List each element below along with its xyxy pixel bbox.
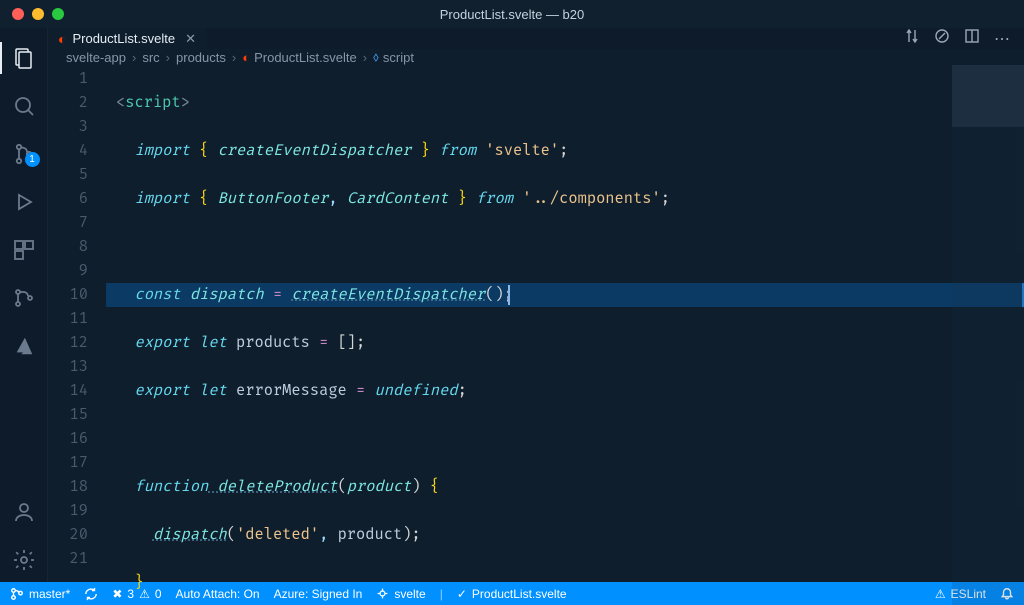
minimize-window-button[interactable] [32, 8, 44, 20]
chevron-right-icon: › [166, 50, 170, 65]
breadcrumbs[interactable]: svelte-app › src › products › ◐ ProductL… [48, 49, 1024, 65]
tab-label: ProductList.svelte [72, 31, 175, 46]
breadcrumb-seg[interactable]: src [142, 50, 159, 65]
compare-changes-icon[interactable] [904, 28, 920, 49]
settings-gear-icon[interactable] [0, 538, 48, 582]
editor-actions: ⋯ [904, 28, 1024, 49]
chevron-right-icon: › [132, 50, 136, 65]
accounts-icon[interactable] [0, 490, 48, 534]
breadcrumb-seg[interactable]: script [383, 50, 414, 65]
explorer-icon[interactable] [0, 36, 48, 80]
breadcrumb-seg[interactable]: products [176, 50, 226, 65]
line-number-gutter: 123456789101112131415161718192021 [48, 65, 106, 605]
azure-icon[interactable] [0, 324, 48, 368]
chevron-right-icon: › [363, 50, 367, 65]
search-icon[interactable] [0, 84, 48, 128]
code-editor[interactable]: 123456789101112131415161718192021 <scrip… [48, 65, 1024, 605]
svelte-file-icon: ◐ [242, 50, 250, 65]
symbol-icon: ⬨ [373, 49, 379, 65]
maximize-window-button[interactable] [52, 8, 64, 20]
run-debug-icon[interactable] [0, 180, 48, 224]
tab-bar: ◐ ProductList.svelte ✕ ⋯ [48, 28, 1024, 49]
activity-bar: 1 [0, 28, 48, 582]
git-graph-icon[interactable] [0, 276, 48, 320]
minimap[interactable] [952, 65, 1024, 605]
breadcrumb-seg[interactable]: svelte-app [66, 50, 126, 65]
close-window-button[interactable] [12, 8, 24, 20]
code-content[interactable]: <script> import { createEventDispatcher … [106, 65, 1024, 605]
split-editor-icon[interactable] [964, 28, 980, 49]
text-cursor [508, 285, 510, 305]
close-tab-icon[interactable]: ✕ [185, 31, 196, 47]
svelte-file-icon: ◐ [58, 31, 66, 47]
more-actions-icon[interactable]: ⋯ [994, 29, 1010, 49]
source-control-icon[interactable]: 1 [0, 132, 48, 176]
breadcrumb-seg[interactable]: ProductList.svelte [254, 50, 357, 65]
chevron-right-icon: › [232, 50, 236, 65]
window-title: ProductList.svelte — b20 [440, 7, 585, 22]
run-icon[interactable] [934, 28, 950, 49]
tab-productlist[interactable]: ◐ ProductList.svelte ✕ [48, 28, 207, 49]
titlebar: ProductList.svelte — b20 [0, 0, 1024, 28]
source-control-badge: 1 [25, 152, 40, 167]
extensions-icon[interactable] [0, 228, 48, 272]
window-controls [0, 8, 64, 20]
